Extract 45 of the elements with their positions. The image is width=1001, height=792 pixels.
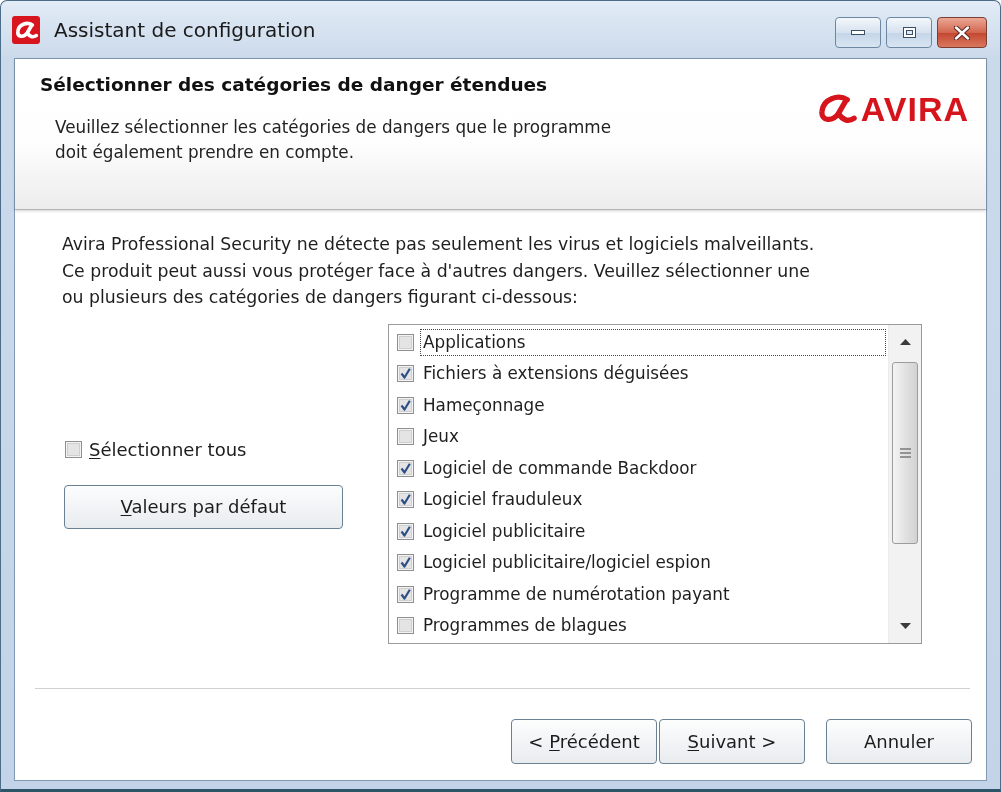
close-icon xyxy=(954,25,970,40)
checkbox[interactable] xyxy=(397,459,414,477)
checkbox[interactable] xyxy=(397,585,414,603)
logo-mark-icon xyxy=(818,93,857,125)
up-arrow-icon[interactable] xyxy=(899,338,911,345)
checkbox[interactable] xyxy=(397,333,414,351)
scrollbar[interactable] xyxy=(888,324,921,643)
category-label[interactable]: Logiciel publicitaire xyxy=(420,517,589,545)
scrollbar-thumb[interactable] xyxy=(892,361,918,544)
category-label[interactable]: Logiciel frauduleux xyxy=(420,486,586,514)
app-icon xyxy=(12,15,40,44)
logo-text: AVIRA xyxy=(860,91,969,127)
checkbox[interactable] xyxy=(65,441,82,458)
down-arrow-icon[interactable] xyxy=(899,622,911,629)
checkbox[interactable] xyxy=(397,428,414,446)
checkbox[interactable] xyxy=(397,365,414,383)
category-label[interactable]: Jeux xyxy=(420,423,462,451)
checkbox[interactable] xyxy=(397,491,414,509)
category-label[interactable]: Applications xyxy=(420,328,886,356)
checkbox[interactable] xyxy=(397,522,414,540)
minimize-icon xyxy=(851,30,865,35)
close-button[interactable] xyxy=(937,17,987,48)
wizard-button[interactable]: < Précédent xyxy=(511,718,657,764)
checkbox[interactable] xyxy=(397,554,414,572)
wizard-button[interactable]: Suivant > xyxy=(659,718,805,764)
defaults-button[interactable]: Valeurs par défaut xyxy=(64,484,343,529)
category-list[interactable] xyxy=(388,323,922,644)
minimize-button[interactable] xyxy=(835,17,881,48)
category-label[interactable]: Logiciel de commande Backdoor xyxy=(420,454,700,482)
category-label[interactable]: Hameçonnage xyxy=(420,391,548,419)
window-title: Assistant de configuration xyxy=(54,17,316,42)
category-label[interactable]: Fichiers à extensions déguisées xyxy=(420,360,692,388)
page-description: Veuillez sélectionner les catégories de dangers que le programme doit également prendre en compte. xyxy=(55,116,611,164)
category-label[interactable]: Logiciel publicitaire/logiciel espion xyxy=(420,549,714,577)
page-title: Sélectionner des catégories de danger étendues xyxy=(40,73,548,97)
maximize-button[interactable] xyxy=(886,17,932,48)
grip-icon xyxy=(899,447,911,458)
checkbox[interactable] xyxy=(397,396,414,414)
wizard-button[interactable]: Annuler xyxy=(826,718,972,764)
checkbox[interactable] xyxy=(397,617,414,635)
select-all-label[interactable]: Sélectionner tous xyxy=(89,438,247,461)
category-label[interactable]: Programmes de blagues xyxy=(420,612,630,640)
category-label[interactable]: Programme de numérotation payant xyxy=(420,580,733,608)
intro-text: Avira Professional Security ne détecte pas seulement les virus et logiciels malveillants. Ce produit peut aussi vous protéger face à d'autres dangers. Veuillez sélectionner une ou plusieurs des catégories de dangers figurant ci-dessous: xyxy=(62,233,815,309)
maximize-icon xyxy=(902,27,916,38)
